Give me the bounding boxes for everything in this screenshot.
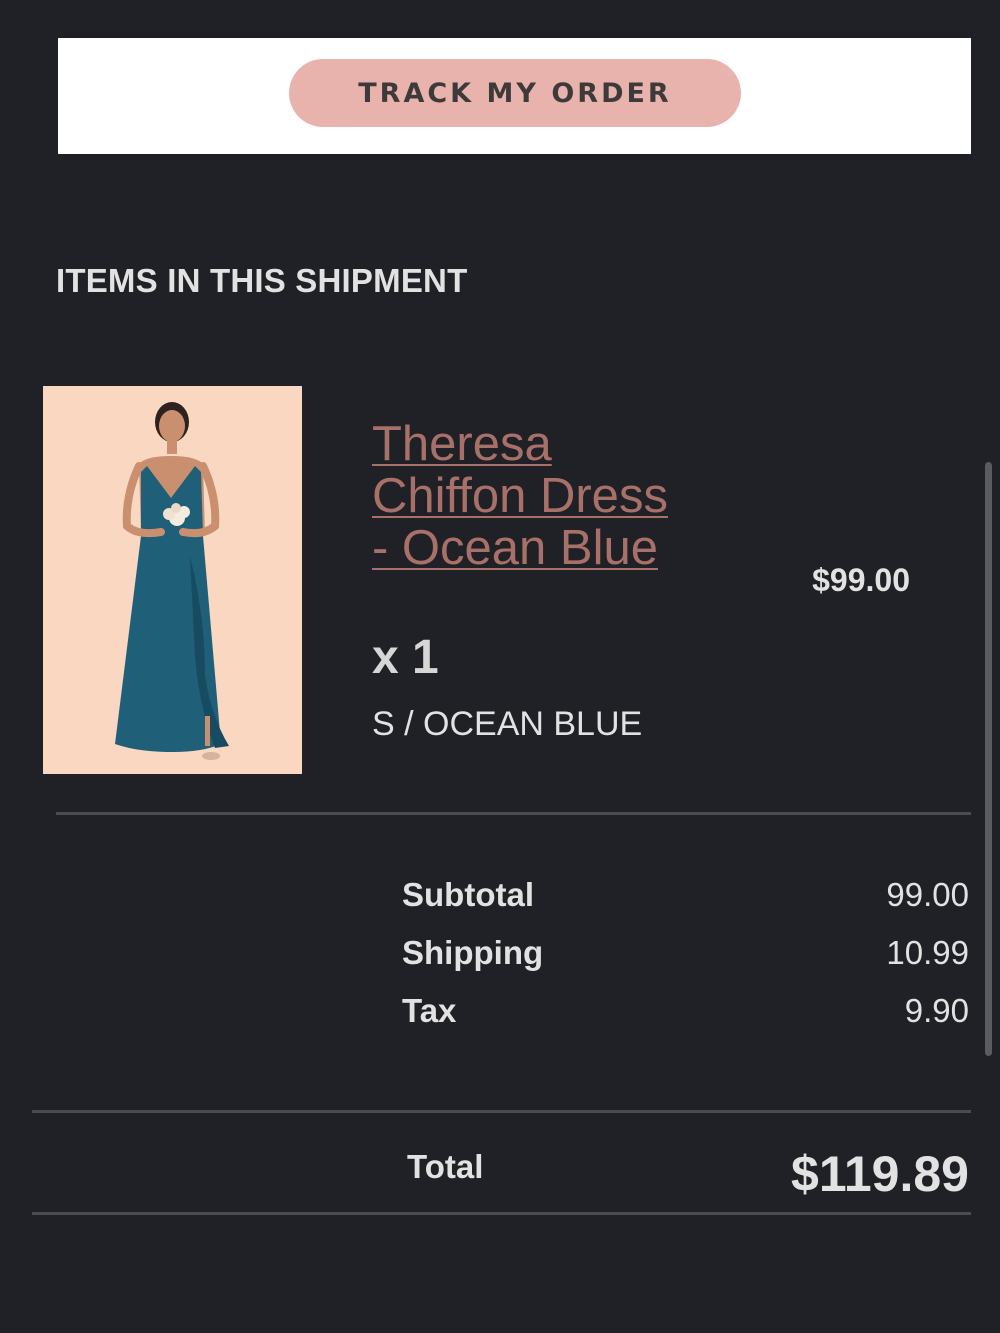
total-divider (32, 1212, 971, 1215)
product-variant: S / OCEAN BLUE (372, 705, 643, 743)
subtotal-label: Subtotal (402, 876, 534, 913)
total-value: $119.89 (791, 1146, 969, 1202)
tax-value: 9.90 (904, 992, 969, 1029)
items-section-title: ITEMS IN THIS SHIPMENT (56, 262, 468, 299)
shipping-label: Shipping (402, 934, 544, 971)
track-order-banner: TRACK MY ORDER (58, 38, 971, 154)
scrollbar[interactable] (985, 462, 992, 1056)
subtotal-value: 99.00 (886, 876, 969, 913)
tax-label: Tax (402, 992, 457, 1029)
track-my-order-button[interactable]: TRACK MY ORDER (289, 59, 741, 127)
product-photo-illustration (43, 386, 302, 774)
order-email-page: TRACK MY ORDER ITEMS IN THIS SHIPMENT Th… (0, 0, 1000, 1333)
product-name-link[interactable]: Theresa Chiffon Dress - Ocean Blue (372, 418, 692, 574)
product-quantity: x 1 (372, 631, 439, 684)
item-divider (56, 812, 971, 815)
product-image[interactable] (43, 386, 302, 774)
product-price: $99.00 (812, 562, 910, 598)
summary-divider (32, 1110, 971, 1113)
total-label: Total (407, 1148, 484, 1185)
shipping-value: 10.99 (886, 934, 969, 971)
